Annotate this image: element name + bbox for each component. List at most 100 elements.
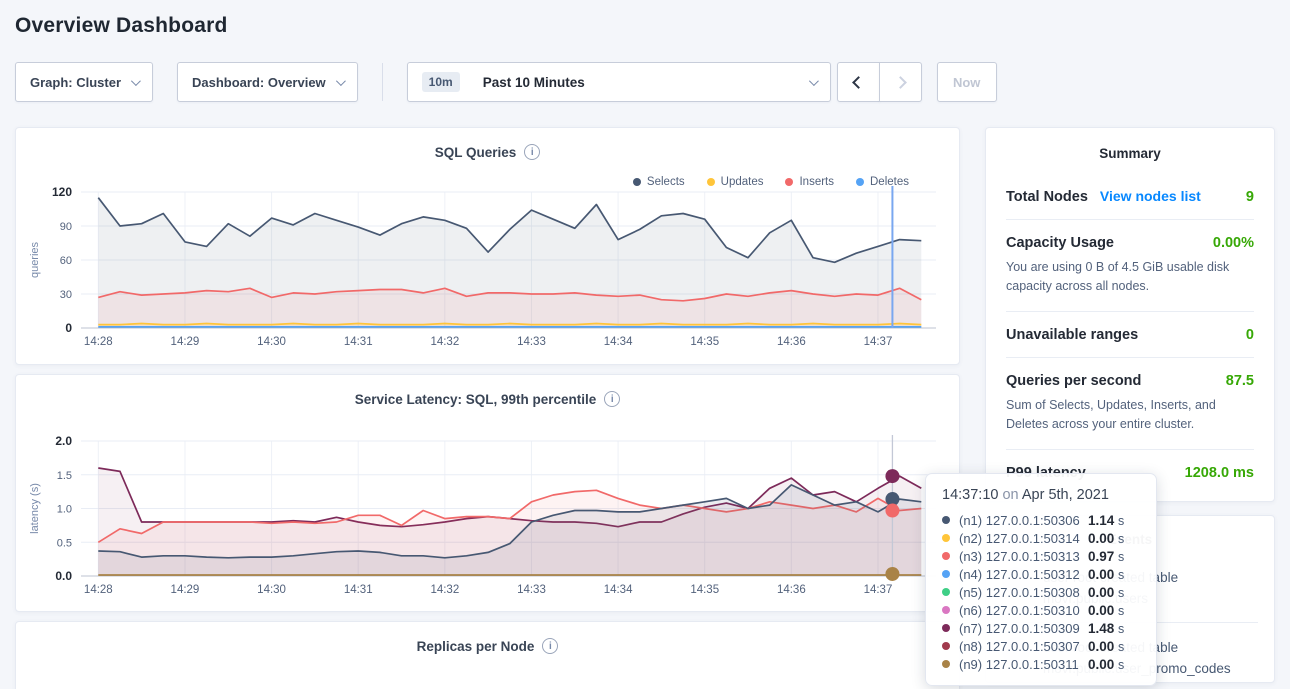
summary-value: 87.5 <box>1226 373 1254 389</box>
svg-text:0: 0 <box>65 321 72 335</box>
node-color-dot <box>942 570 950 578</box>
node-latency-value: 1.48 s <box>1088 621 1140 636</box>
svg-text:14:37: 14:37 <box>864 336 893 348</box>
svg-text:14:29: 14:29 <box>171 336 200 348</box>
svg-text:1.5: 1.5 <box>57 470 72 482</box>
node-address: (n2) 127.0.0.1:50314 <box>959 531 1080 546</box>
svg-text:14:36: 14:36 <box>777 336 806 348</box>
node-address: (n7) 127.0.0.1:50309 <box>959 621 1080 636</box>
info-icon[interactable]: i <box>542 638 558 654</box>
node-latency-value: 0.00 s <box>1088 531 1140 546</box>
tooltip-node-row: (n2) 127.0.0.1:50314 0.00 s <box>942 529 1140 547</box>
svg-text:1.0: 1.0 <box>57 504 72 516</box>
svg-text:0.0: 0.0 <box>55 569 72 583</box>
now-button[interactable]: Now <box>937 62 997 102</box>
svg-text:14:37: 14:37 <box>864 584 893 596</box>
summary-title: Summary <box>1006 146 1254 161</box>
node-color-dot <box>942 534 950 542</box>
page-title: Overview Dashboard <box>15 14 1275 38</box>
time-next-button[interactable] <box>879 62 922 102</box>
sql-queries-chart[interactable]: 030609012014:2814:2914:3014:3114:3214:33… <box>16 128 961 366</box>
node-color-dot <box>942 660 950 668</box>
summary-value: 0.00% <box>1213 235 1254 251</box>
node-address: (n8) 127.0.0.1:50307 <box>959 639 1080 654</box>
sql-queries-panel: SQL Queries i Selects Updates Inserts <box>15 127 960 365</box>
node-color-dot <box>942 552 950 560</box>
node-latency-value: 0.97 s <box>1088 549 1140 564</box>
summary-label: Capacity Usage <box>1006 235 1114 251</box>
summary-label: Unavailable ranges <box>1006 327 1138 343</box>
svg-text:14:34: 14:34 <box>604 584 633 596</box>
tooltip-node-row: (n9) 127.0.0.1:50311 0.00 s <box>942 655 1140 673</box>
svg-text:14:34: 14:34 <box>604 336 633 348</box>
service-latency-panel: Service Latency: SQL, 99th percentile i … <box>15 374 960 612</box>
tooltip-date: Apr 5th, 2021 <box>1022 487 1109 503</box>
svg-text:120: 120 <box>52 185 72 199</box>
tooltip-time: 14:37:10 <box>942 487 998 503</box>
node-address: (n4) 127.0.0.1:50312 <box>959 567 1080 582</box>
svg-text:14:29: 14:29 <box>171 584 200 596</box>
tooltip-node-row: (n7) 127.0.0.1:50309 1.48 s <box>942 619 1140 637</box>
graph-dropdown-label: Graph: Cluster <box>30 75 121 90</box>
tooltip-timestamp: 14:37:10 on Apr 5th, 2021 <box>942 487 1140 503</box>
node-color-dot <box>942 588 950 596</box>
node-address: (n1) 127.0.0.1:50306 <box>959 513 1080 528</box>
time-range-select[interactable]: 10m Past 10 Minutes <box>407 62 831 102</box>
tooltip-node-row: (n4) 127.0.0.1:50312 0.00 s <box>942 565 1140 583</box>
node-latency-value: 0.00 s <box>1088 657 1140 672</box>
svg-text:0.5: 0.5 <box>57 537 72 549</box>
svg-text:14:31: 14:31 <box>344 336 373 348</box>
chart-hover-tooltip: 14:37:10 on Apr 5th, 2021 (n1) 127.0.0.1… <box>925 473 1157 686</box>
svg-text:14:32: 14:32 <box>430 336 459 348</box>
svg-text:14:28: 14:28 <box>84 336 113 348</box>
node-address: (n3) 127.0.0.1:50313 <box>959 549 1080 564</box>
toolbar-divider <box>382 63 383 101</box>
tooltip-node-row: (n8) 127.0.0.1:50307 0.00 s <box>942 637 1140 655</box>
summary-panel: Summary Total Nodes View nodes list 9 Ca… <box>985 127 1275 502</box>
summary-row-capacity: Capacity Usage 0.00% You are using 0 B o… <box>1006 220 1254 312</box>
chevron-right-icon <box>894 76 907 89</box>
service-latency-chart[interactable]: 0.0 0.5 1.0 1.5 2.0 14:28 14:29 14:30 14:31 14:32… <box>16 375 961 613</box>
svg-text:14:31: 14:31 <box>344 584 373 596</box>
svg-text:14:28: 14:28 <box>84 584 113 596</box>
svg-text:latency (s): latency (s) <box>29 483 41 534</box>
overview-dashboard-page: Overview Dashboard Graph: Cluster Dashbo… <box>0 0 1290 689</box>
tooltip-node-row: (n6) 127.0.0.1:50310 0.00 s <box>942 601 1140 619</box>
node-color-dot <box>942 606 950 614</box>
charts-column: SQL Queries i Selects Updates Inserts <box>15 127 960 689</box>
dashboard-dropdown[interactable]: Dashboard: Overview <box>177 62 358 102</box>
view-nodes-list-link[interactable]: View nodes list <box>1100 188 1201 204</box>
svg-text:14:36: 14:36 <box>777 584 806 596</box>
summary-row-qps: Queries per second 87.5 Sum of Selects, … <box>1006 358 1254 450</box>
time-range-badge: 10m <box>422 72 460 92</box>
chart-title: Replicas per Node <box>417 639 535 654</box>
svg-text:14:32: 14:32 <box>430 584 459 596</box>
chevron-down-icon <box>336 76 346 86</box>
summary-row-unavailable-ranges: Unavailable ranges 0 <box>1006 312 1254 358</box>
svg-text:14:35: 14:35 <box>690 584 719 596</box>
toolbar: Graph: Cluster Dashboard: Overview 10m P… <box>15 62 1275 102</box>
svg-text:14:35: 14:35 <box>690 336 719 348</box>
tooltip-sep: on <box>1002 487 1018 503</box>
replicas-per-node-panel: Replicas per Node i <box>15 621 960 689</box>
node-latency-value: 0.00 s <box>1088 639 1140 654</box>
svg-text:2.0: 2.0 <box>55 434 72 448</box>
tooltip-node-row: (n5) 127.0.0.1:50308 0.00 s <box>942 583 1140 601</box>
node-address: (n6) 127.0.0.1:50310 <box>959 603 1080 618</box>
node-latency-value: 1.14 s <box>1088 513 1140 528</box>
tooltip-node-row: (n3) 127.0.0.1:50313 0.97 s <box>942 547 1140 565</box>
summary-label: Total Nodes <box>1006 189 1088 205</box>
svg-text:60: 60 <box>60 255 72 267</box>
svg-text:90: 90 <box>60 221 72 233</box>
time-prev-button[interactable] <box>837 62 880 102</box>
svg-text:14:30: 14:30 <box>257 584 286 596</box>
summary-row-total-nodes: Total Nodes View nodes list 9 <box>1006 173 1254 220</box>
node-latency-value: 0.00 s <box>1088 567 1140 582</box>
svg-text:14:30: 14:30 <box>257 336 286 348</box>
summary-description: Sum of Selects, Updates, Inserts, and De… <box>1006 396 1254 435</box>
graph-dropdown[interactable]: Graph: Cluster <box>15 62 153 102</box>
time-pager <box>837 62 922 102</box>
summary-value: 1208.0 ms <box>1185 465 1254 481</box>
svg-text:14:33: 14:33 <box>517 336 546 348</box>
chevron-left-icon <box>852 76 865 89</box>
